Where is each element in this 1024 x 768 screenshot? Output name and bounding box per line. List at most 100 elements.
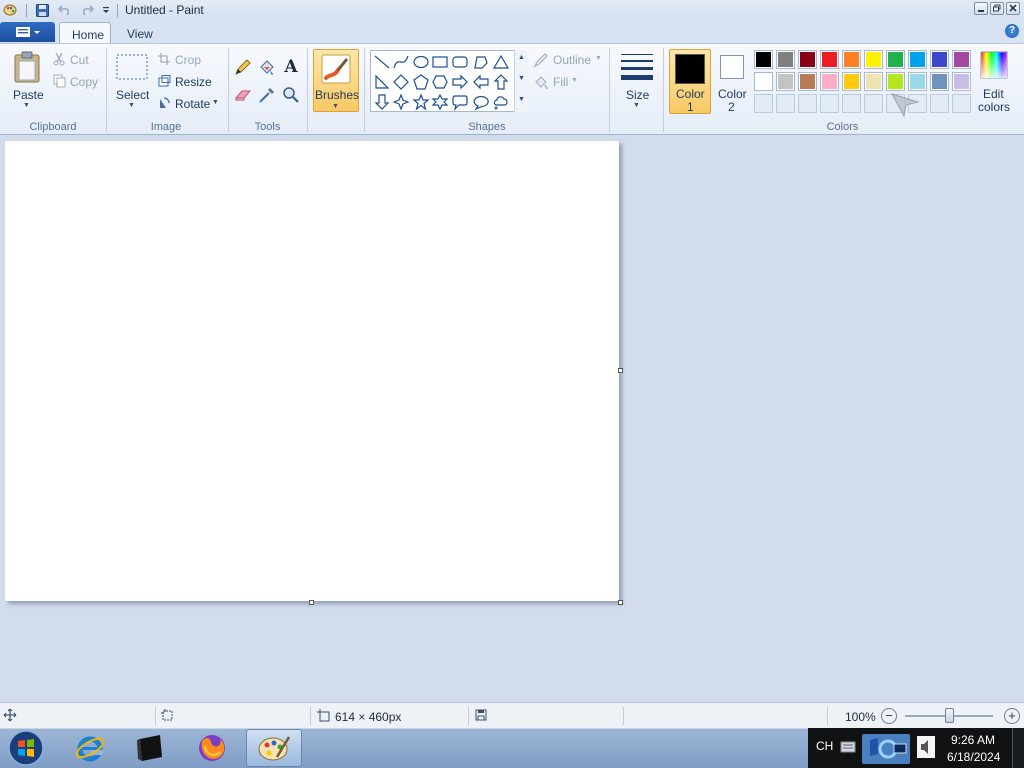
palette-color-swatch[interactable]	[952, 50, 971, 69]
shape-rounded-callout-icon[interactable]	[450, 92, 470, 112]
shapes-scroll-up-icon[interactable]: ▲	[518, 54, 525, 61]
minimize-button[interactable]	[974, 2, 988, 15]
resize-handle-corner[interactable]	[618, 600, 623, 605]
clock-time[interactable]: 9:26 AM	[951, 733, 995, 747]
zoom-slider-thumb[interactable]	[945, 708, 954, 723]
palette-color-swatch[interactable]	[820, 72, 839, 91]
shape-right-arrow-icon[interactable]	[450, 72, 470, 92]
shape-right-triangle-icon[interactable]	[372, 72, 392, 92]
palette-custom-color-slot[interactable]	[864, 94, 883, 113]
tab-view[interactable]: View	[115, 22, 167, 44]
palette-color-swatch[interactable]	[798, 72, 817, 91]
help-button[interactable]: ?	[1005, 24, 1019, 38]
shape-polygon-icon[interactable]	[471, 52, 491, 72]
color2-swatch[interactable]	[720, 55, 744, 79]
rotate-button[interactable]: Rotate	[175, 97, 210, 111]
taskbar-paint[interactable]	[246, 729, 302, 767]
taskbar-firefox[interactable]	[184, 729, 240, 767]
cut-button[interactable]: Cut	[70, 53, 89, 67]
palette-custom-color-slot[interactable]	[820, 94, 839, 113]
shape-curve-icon[interactable]	[391, 52, 411, 72]
paste-button-label[interactable]: Paste	[13, 88, 44, 102]
paste-icon[interactable]	[12, 50, 42, 84]
size-lines-icon[interactable]	[619, 51, 655, 83]
shape-hexagon-icon[interactable]	[430, 72, 450, 92]
file-menu-button[interactable]	[0, 22, 55, 42]
undo-icon[interactable]	[57, 2, 73, 18]
color1-button[interactable]: Color 1	[669, 49, 711, 114]
palette-color-swatch[interactable]	[886, 50, 905, 69]
close-button[interactable]	[1006, 2, 1020, 15]
zoom-out-button[interactable]: −	[881, 708, 897, 724]
taskbar-internet-explorer[interactable]	[62, 729, 118, 767]
resize-button[interactable]: Resize	[175, 75, 212, 89]
size-button-label[interactable]: Size	[626, 88, 649, 102]
shape-rounded-rectangle-icon[interactable]	[450, 52, 470, 72]
start-button[interactable]	[6, 729, 46, 767]
palette-color-swatch[interactable]	[842, 50, 861, 69]
shape-five-point-star-icon[interactable]	[411, 92, 431, 112]
tab-home[interactable]: Home	[59, 22, 111, 44]
redo-icon[interactable]	[79, 2, 95, 18]
color2-label[interactable]: Color	[718, 87, 747, 101]
brushes-button[interactable]: Brushes ▼	[313, 49, 359, 112]
palette-color-swatch[interactable]	[842, 72, 861, 91]
palette-color-swatch[interactable]	[754, 72, 773, 91]
palette-color-swatch[interactable]	[754, 50, 773, 69]
size-dropdown-arrow[interactable]: ▼	[633, 102, 640, 109]
show-desktop-button[interactable]	[1012, 728, 1024, 768]
edit-colors-icon[interactable]	[980, 51, 1008, 79]
palette-color-swatch[interactable]	[886, 72, 905, 91]
palette-custom-color-slot[interactable]	[842, 94, 861, 113]
save-icon[interactable]	[34, 2, 50, 18]
shape-left-arrow-icon[interactable]	[471, 72, 491, 92]
palette-custom-color-slot[interactable]	[798, 94, 817, 113]
shape-oval-icon[interactable]	[411, 52, 431, 72]
crop-button[interactable]: Crop	[175, 53, 201, 67]
palette-color-swatch[interactable]	[776, 72, 795, 91]
shapes-scroll-down-icon[interactable]: ▼	[518, 75, 525, 82]
tray-notification-area[interactable]	[862, 734, 910, 764]
shape-up-arrow-icon[interactable]	[491, 72, 511, 92]
paste-dropdown-arrow[interactable]: ▼	[23, 102, 30, 109]
rotate-dropdown-arrow[interactable]: ▼	[212, 99, 219, 106]
palette-custom-color-slot[interactable]	[776, 94, 795, 113]
pencil-icon[interactable]	[233, 57, 253, 77]
color-picker-icon[interactable]	[257, 85, 277, 105]
fill-bucket-icon[interactable]	[257, 57, 277, 77]
customize-quick-access-icon[interactable]	[98, 2, 114, 18]
palette-custom-color-slot[interactable]	[930, 94, 949, 113]
resize-handle-bottom[interactable]	[309, 600, 314, 605]
shape-rectangle-icon[interactable]	[430, 52, 450, 72]
outline-dropdown-arrow[interactable]: ▼	[595, 55, 602, 62]
select-icon[interactable]	[115, 53, 149, 81]
shape-diamond-icon[interactable]	[391, 72, 411, 92]
shapes-gallery-scrollbar[interactable]: ▲ ▼ ▼	[514, 50, 528, 112]
eraser-icon[interactable]	[233, 85, 253, 105]
shape-triangle-icon[interactable]	[491, 52, 511, 72]
shapes-expand-icon[interactable]: ▼	[518, 96, 525, 103]
palette-color-swatch[interactable]	[864, 50, 883, 69]
canvas-workspace[interactable]	[0, 136, 1024, 702]
edit-colors-label-line2[interactable]: colors	[978, 100, 1010, 114]
zoom-in-button[interactable]: +	[1004, 708, 1020, 724]
shape-cloud-callout-icon[interactable]	[491, 92, 511, 112]
text-icon[interactable]: A	[281, 57, 301, 77]
palette-color-swatch[interactable]	[908, 50, 927, 69]
fill-dropdown-arrow[interactable]: ▼	[571, 77, 578, 84]
select-button-label[interactable]: Select	[116, 88, 149, 102]
fill-button[interactable]: Fill	[553, 75, 568, 89]
edit-colors-label-line1[interactable]: Edit	[983, 87, 1004, 101]
palette-color-swatch[interactable]	[776, 50, 795, 69]
palette-custom-color-slot[interactable]	[952, 94, 971, 113]
color2-number[interactable]: 2	[728, 100, 735, 114]
shape-four-point-star-icon[interactable]	[391, 92, 411, 112]
outline-button[interactable]: Outline	[553, 53, 591, 67]
palette-color-swatch[interactable]	[952, 72, 971, 91]
clock-date[interactable]: 6/18/2024	[947, 750, 1000, 764]
taskbar-terminal[interactable]	[122, 729, 178, 767]
palette-color-swatch[interactable]	[864, 72, 883, 91]
language-indicator[interactable]: CH	[816, 739, 833, 753]
magnifier-icon[interactable]	[281, 85, 301, 105]
restore-button[interactable]	[990, 2, 1004, 15]
